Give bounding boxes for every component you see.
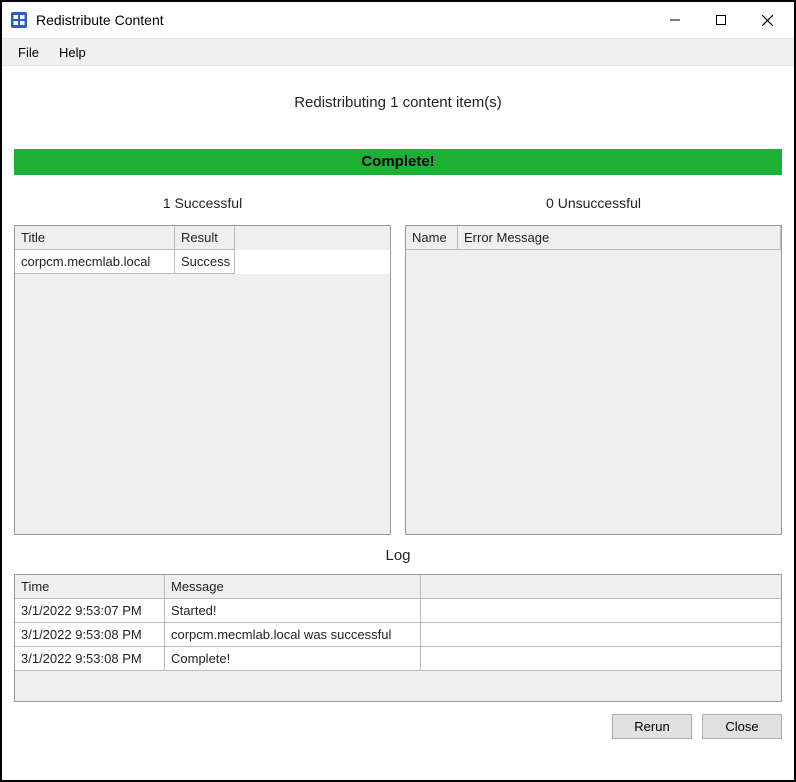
- menu-help[interactable]: Help: [49, 41, 96, 64]
- menu-file[interactable]: File: [8, 41, 49, 64]
- unsuccessful-grid[interactable]: Name Error Message: [405, 225, 782, 535]
- col-title[interactable]: Title: [15, 226, 175, 250]
- cell-spacer: [421, 647, 781, 671]
- successful-grid-body: corpcm.mecmlab.local Success: [15, 250, 390, 274]
- unsuccessful-grid-header: Name Error Message: [406, 226, 781, 250]
- minimize-button[interactable]: [652, 4, 698, 36]
- cell-time: 3/1/2022 9:53:08 PM: [15, 623, 165, 647]
- col-spacer: [421, 575, 781, 599]
- cell-spacer: [421, 623, 781, 647]
- status-banner: Complete!: [14, 149, 782, 175]
- col-name[interactable]: Name: [406, 226, 458, 250]
- log-label: Log: [14, 535, 782, 574]
- table-row[interactable]: 3/1/2022 9:53:08 PM corpcm.mecmlab.local…: [15, 623, 781, 647]
- cell-time: 3/1/2022 9:53:08 PM: [15, 647, 165, 671]
- cell-message: Started!: [165, 599, 421, 623]
- unsuccessful-panel: 0 Unsuccessful Name Error Message: [405, 185, 782, 535]
- col-time[interactable]: Time: [15, 575, 165, 599]
- heading-text: Redistributing 1 content item(s): [14, 78, 782, 149]
- successful-grid[interactable]: Title Result corpcm.mecmlab.local Succes…: [14, 225, 391, 535]
- successful-label: 1 Successful: [14, 185, 391, 225]
- close-dialog-button[interactable]: Close: [702, 714, 782, 739]
- cell-spacer: [421, 599, 781, 623]
- table-row[interactable]: corpcm.mecmlab.local Success: [15, 250, 390, 274]
- cell-message: corpcm.mecmlab.local was successful: [165, 623, 421, 647]
- close-button[interactable]: [744, 4, 790, 36]
- log-grid-body: 3/1/2022 9:53:07 PM Started! 3/1/2022 9:…: [15, 599, 781, 671]
- maximize-button[interactable]: [698, 4, 744, 36]
- window-controls: [652, 4, 790, 36]
- cell-title: corpcm.mecmlab.local: [15, 250, 175, 274]
- cell-result: Success: [175, 250, 235, 274]
- unsuccessful-label: 0 Unsuccessful: [405, 185, 782, 225]
- col-message[interactable]: Message: [165, 575, 421, 599]
- content-area: Redistributing 1 content item(s) Complet…: [2, 66, 794, 780]
- log-grid-header: Time Message: [15, 575, 781, 599]
- menubar: File Help: [2, 38, 794, 66]
- successful-grid-header: Title Result: [15, 226, 390, 250]
- table-row[interactable]: 3/1/2022 9:53:07 PM Started!: [15, 599, 781, 623]
- window-title: Redistribute Content: [36, 12, 652, 28]
- col-error[interactable]: Error Message: [458, 226, 781, 250]
- cell-message: Complete!: [165, 647, 421, 671]
- successful-panel: 1 Successful Title Result corpcm.mecmlab…: [14, 185, 391, 535]
- cell-time: 3/1/2022 9:53:07 PM: [15, 599, 165, 623]
- result-panels: 1 Successful Title Result corpcm.mecmlab…: [14, 185, 782, 535]
- app-icon: [10, 11, 28, 29]
- table-row[interactable]: 3/1/2022 9:53:08 PM Complete!: [15, 647, 781, 671]
- titlebar: Redistribute Content: [2, 2, 794, 38]
- rerun-button[interactable]: Rerun: [612, 714, 692, 739]
- col-result[interactable]: Result: [175, 226, 235, 250]
- log-grid[interactable]: Time Message 3/1/2022 9:53:07 PM Started…: [14, 574, 782, 702]
- dialog-buttons: Rerun Close: [14, 702, 782, 739]
